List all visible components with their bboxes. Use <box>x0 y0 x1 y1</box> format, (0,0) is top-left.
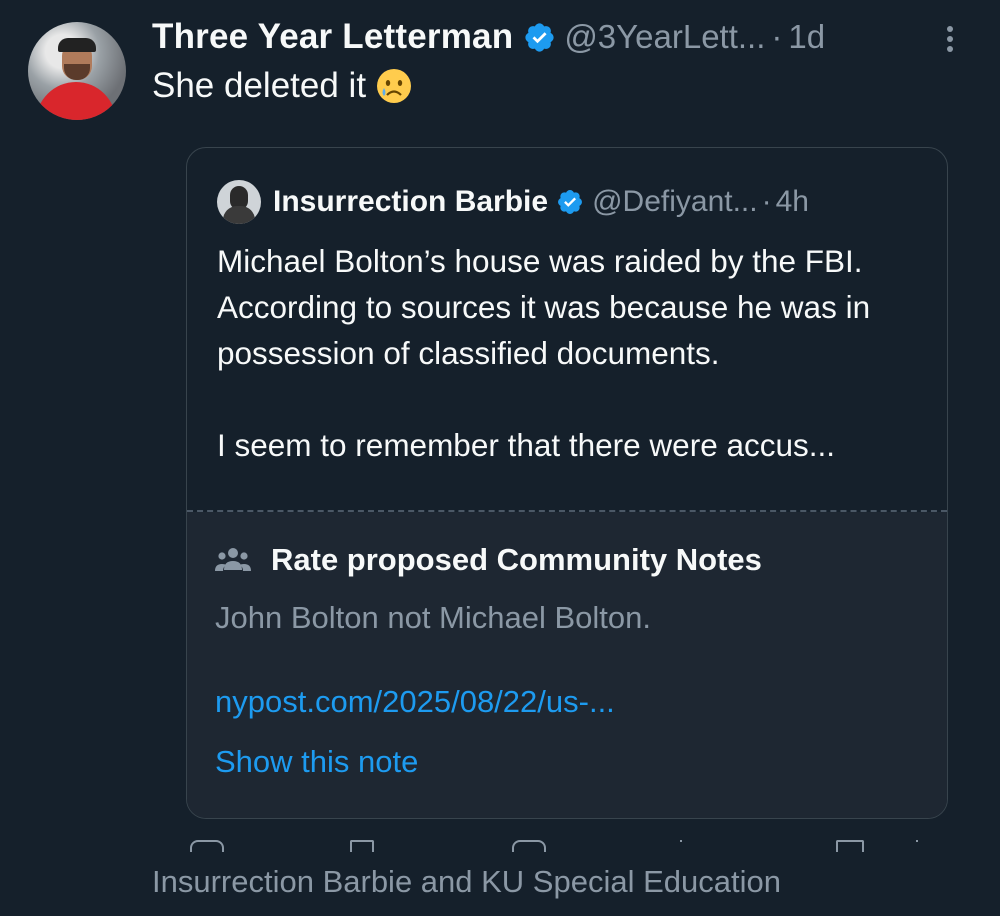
quoted-tweet-timestamp: 4h <box>775 185 809 218</box>
quoted-tweet-body: Michael Bolton’s house was raided by the… <box>217 238 917 468</box>
header-separator: · <box>771 18 783 55</box>
quoted-tweet-card[interactable]: Insurrection Barbie @Defiyant... · 4h Mi… <box>186 147 948 819</box>
tweet-actions-bar <box>186 836 946 852</box>
show-note-button[interactable]: Show this note <box>215 744 418 780</box>
share-icon[interactable] <box>916 840 918 852</box>
tweet-body: She deleted it <box>152 66 412 106</box>
tweet-header: Three Year Letterman @3YearLett... · 1d <box>152 14 825 60</box>
reply-icon[interactable] <box>190 840 224 852</box>
quoted-tweet-paragraph: I seem to remember that there were accus… <box>217 427 836 463</box>
retweet-icon[interactable] <box>350 840 374 852</box>
like-icon[interactable] <box>512 840 546 852</box>
people-group-icon <box>215 548 251 571</box>
context-footer: Insurrection Barbie and KU Special Educa… <box>152 864 781 899</box>
quoted-tweet-paragraph: Michael Bolton’s house was raided by the… <box>217 243 871 371</box>
author-avatar[interactable] <box>28 22 126 120</box>
community-note-text: John Bolton not Michael Bolton. <box>215 600 651 635</box>
quoted-header-separator: · <box>761 185 772 218</box>
avatar-beard <box>64 64 90 80</box>
quoted-author-avatar <box>217 180 261 224</box>
crying-face-emoji-icon <box>377 69 412 103</box>
quoted-tweet-header: Insurrection Barbie @Defiyant... · 4h <box>217 180 809 224</box>
more-options-icon[interactable] <box>938 22 962 58</box>
verified-badge-icon <box>525 22 554 52</box>
tweet-text: She deleted it <box>152 66 367 105</box>
views-icon[interactable] <box>680 840 682 852</box>
quoted-author-handle: @Defiyant... <box>592 185 758 218</box>
community-notes-header: Rate proposed Community Notes <box>215 542 762 578</box>
community-notes-panel: Rate proposed Community Notes John Bolto… <box>187 512 947 818</box>
avatar-cap <box>58 38 96 52</box>
author-name[interactable]: Three Year Letterman <box>152 17 513 57</box>
tweet-timestamp[interactable]: 1d <box>788 18 825 56</box>
community-note-link[interactable]: nypost.com/2025/08/22/us-... <box>215 684 615 720</box>
verified-badge-icon <box>558 190 583 214</box>
quoted-author-name: Insurrection Barbie <box>273 185 549 218</box>
author-handle[interactable]: @3YearLett... <box>564 18 765 56</box>
community-notes-title: Rate proposed Community Notes <box>271 542 762 577</box>
bookmark-icon[interactable] <box>836 840 864 852</box>
avatar-shirt <box>36 82 116 120</box>
